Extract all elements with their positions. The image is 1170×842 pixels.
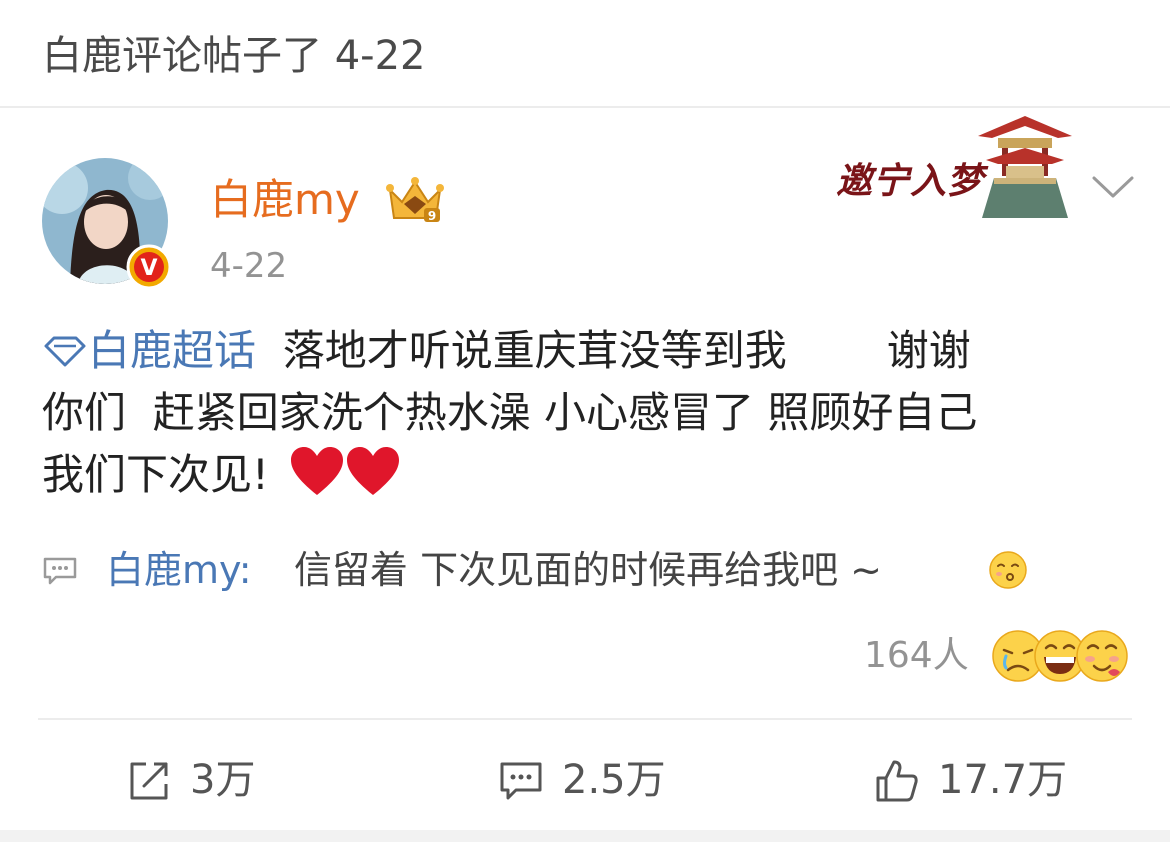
verified-badge-icon: V: [126, 244, 172, 290]
kiss-emoji-icon: [989, 551, 1027, 589]
comment-icon: [43, 557, 77, 585]
crown-icon[interactable]: 9: [384, 174, 446, 226]
smitten-emoji-icon: [1076, 630, 1128, 682]
page-title: 白鹿评论帖子了 4-22: [42, 33, 426, 79]
top-bar: 白鹿评论帖子了 4-22: [0, 0, 1170, 108]
banner-decoration[interactable]: 邀宁入梦: [832, 112, 1078, 218]
post-line-1: 白鹿超话 落地才听说重庆茸没等到我 谢谢: [42, 320, 1132, 382]
post-text-line-1-end: 谢谢: [886, 326, 971, 375]
pavilion-icon: [978, 116, 1072, 218]
topic-link[interactable]: 白鹿超话: [42, 326, 256, 375]
comment-count: 2.5万: [562, 757, 666, 803]
reaction-emojis: [992, 630, 1128, 682]
diamond-icon: [44, 336, 86, 367]
hearts-emoji: [289, 445, 401, 514]
weibo-post: V 白鹿my 9 4-22 邀宁入梦 白鹿超话 落地才听说重庆茸没等到我 谢谢 …: [0, 108, 1170, 842]
chevron-down-icon[interactable]: [1090, 172, 1136, 202]
svg-text:9: 9: [428, 209, 436, 223]
comment-icon: [500, 762, 542, 800]
author-name[interactable]: 白鹿my: [210, 174, 360, 226]
repost-icon: [130, 762, 168, 800]
divider: [38, 718, 1132, 720]
reply-text: 信留着 下次见面的时候再给我吧 ~: [294, 548, 882, 592]
like-count: 17.7万: [938, 757, 1068, 803]
post-body: 白鹿超话 落地才听说重庆茸没等到我 谢谢 你们 赶紧回家洗个热水澡 小心感冒了 照…: [42, 320, 1132, 514]
reaction-count: 164人: [864, 635, 969, 676]
reply-author[interactable]: 白鹿my:: [106, 540, 252, 600]
svg-text:V: V: [140, 256, 157, 281]
banner-text: 邀宁入梦: [836, 160, 985, 202]
like-icon: [876, 760, 918, 802]
repost-count: 3万: [190, 757, 256, 803]
post-text-line-3: 我们下次见!: [42, 450, 269, 499]
author-reply[interactable]: 白鹿my: 信留着 下次见面的时候再给我吧 ~: [42, 540, 1132, 600]
topic-label: 白鹿超话: [88, 326, 257, 375]
post-date: 4-22: [210, 246, 288, 286]
post-text-line-1: 落地才听说重庆茸没等到我: [282, 326, 787, 375]
post-line-3: 我们下次见!: [42, 444, 1132, 514]
section-separator: [0, 830, 1170, 842]
post-text-line-2: 你们 赶紧回家洗个热水澡 小心感冒了 照顾好自己: [42, 388, 978, 437]
